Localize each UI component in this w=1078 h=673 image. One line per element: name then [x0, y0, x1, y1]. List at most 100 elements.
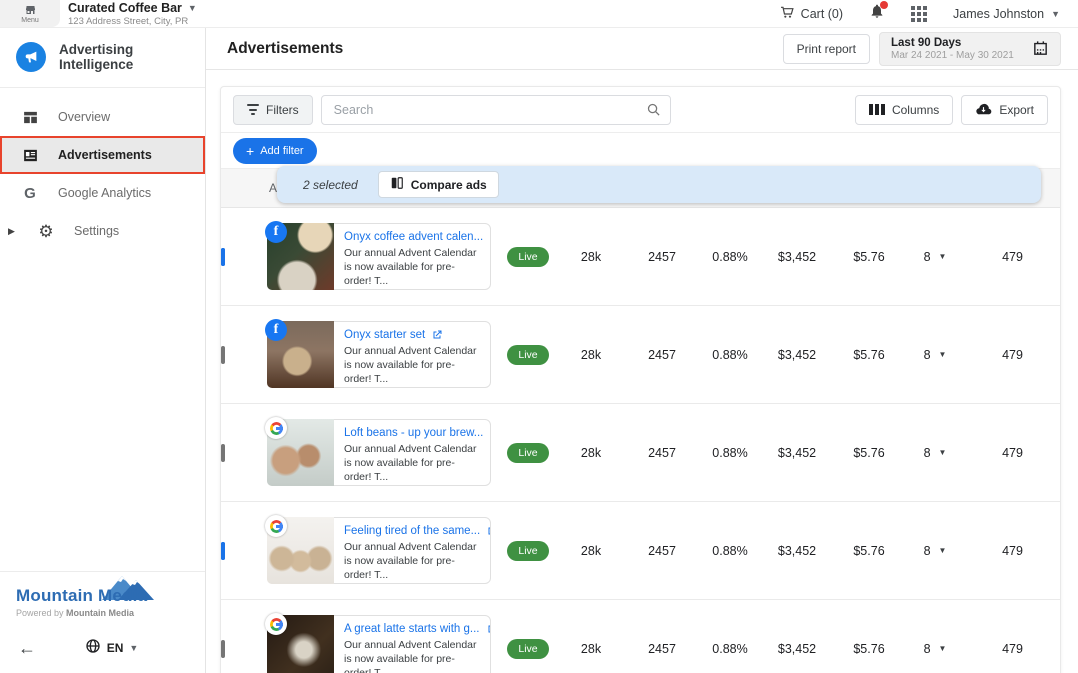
chevron-down-icon: ▼	[939, 350, 947, 359]
google-analytics-icon: G	[20, 185, 40, 202]
chevron-down-icon: ▼	[129, 643, 138, 653]
status-badge: Live	[507, 247, 548, 267]
compare-icon	[390, 176, 404, 193]
date-range-picker[interactable]: Last 90 Days Mar 24 2021 - May 30 2021	[879, 32, 1061, 66]
business-address: 123 Address Street, City, PR	[68, 16, 197, 27]
ad-description: Our annual Advent Calendar is now availa…	[344, 540, 481, 583]
ad-title-link[interactable]: Loft beans - up your brew...	[344, 427, 483, 439]
sidebar-item-google-analytics[interactable]: G Google Analytics	[0, 174, 205, 212]
globe-icon	[85, 638, 101, 657]
table-row: f Onyx coffee advent calen... Our annual…	[221, 208, 1060, 306]
ad-title-link[interactable]: Feeling tired of the same...	[344, 525, 480, 537]
table-row: f Onyx starter set Our annual Advent Cal…	[221, 306, 1060, 404]
conversions-cell: 479	[965, 544, 1060, 558]
powered-by-text: Powered by Mountain Media	[16, 608, 189, 618]
cart-label: Cart (0)	[801, 7, 843, 21]
spend-cell: $3,452	[761, 348, 833, 362]
apps-grid-icon[interactable]	[911, 6, 927, 22]
ads-table-card: Filters Columns Export	[220, 86, 1061, 673]
conversions-cell: 479	[965, 446, 1060, 460]
back-arrow-button[interactable]: ←	[18, 639, 36, 657]
columns-icon	[869, 104, 885, 115]
frequency-dropdown[interactable]: 8▼	[924, 250, 947, 264]
status-badge: Live	[507, 541, 548, 561]
ad-description: Our annual Advent Calendar is now availa…	[344, 246, 481, 289]
compare-ads-button[interactable]: Compare ads	[378, 171, 499, 198]
app-logo	[16, 42, 46, 72]
filters-button[interactable]: Filters	[233, 95, 313, 125]
notifications-button[interactable]	[869, 3, 885, 24]
sidebar-item-label: Google Analytics	[58, 186, 151, 200]
language-selector[interactable]: EN ▼	[85, 638, 139, 657]
external-link-icon[interactable]	[489, 231, 490, 243]
cpc-cell: $5.76	[833, 642, 905, 656]
impressions-cell: 28k	[557, 348, 625, 362]
status-badge: Live	[507, 345, 548, 365]
frequency-dropdown[interactable]: 8▼	[924, 642, 947, 656]
ad-preview-card[interactable]: f Onyx starter set Our annual Advent Cal…	[267, 321, 491, 388]
conversions-cell: 479	[965, 348, 1060, 362]
facebook-icon: f	[265, 221, 287, 243]
storefront-icon	[24, 4, 37, 16]
ad-preview-card[interactable]: f Onyx coffee advent calen... Our annual…	[267, 223, 491, 290]
sidebar-item-overview[interactable]: Overview	[0, 98, 205, 136]
ad-description: Our annual Advent Calendar is now availa…	[344, 442, 481, 485]
impressions-cell: 28k	[557, 446, 625, 460]
ctr-cell: 0.88%	[699, 544, 761, 558]
ad-title-link[interactable]: Onyx starter set	[344, 329, 425, 341]
cpc-cell: $5.76	[833, 348, 905, 362]
impressions-cell: 28k	[557, 250, 625, 264]
print-report-button[interactable]: Print report	[783, 34, 870, 64]
frequency-dropdown[interactable]: 8▼	[924, 544, 947, 558]
row-checkbox[interactable]	[221, 444, 225, 462]
ctr-cell: 0.88%	[699, 348, 761, 362]
external-link-icon[interactable]	[489, 427, 490, 439]
topbar: Menu Curated Coffee Bar ▼ 123 Address St…	[0, 0, 1078, 28]
status-badge: Live	[507, 443, 548, 463]
facebook-icon: f	[265, 319, 287, 341]
plus-icon: +	[246, 144, 254, 158]
frequency-dropdown[interactable]: 8▼	[924, 348, 947, 362]
chevron-down-icon: ▼	[939, 448, 947, 457]
external-link-icon[interactable]	[486, 623, 490, 635]
business-name: Curated Coffee Bar	[68, 1, 182, 15]
ad-preview-card[interactable]: Loft beans - up your brew... Our annual …	[267, 419, 491, 486]
menu-button[interactable]: Menu	[0, 0, 60, 27]
ctr-cell: 0.88%	[699, 642, 761, 656]
google-icon	[265, 515, 287, 537]
ad-title-link[interactable]: A great latte starts with g...	[344, 623, 480, 635]
row-checkbox[interactable]	[221, 640, 225, 658]
ad-thumbnail	[267, 517, 334, 584]
ad-preview-card[interactable]: Feeling tired of the same... Our annual …	[267, 517, 491, 584]
table-header-row: Ad 2 selected Compare ads	[221, 169, 1060, 208]
sidebar-item-settings[interactable]: ▶ ⚙ Settings	[0, 212, 205, 250]
ad-title-link[interactable]: Onyx coffee advent calen...	[344, 231, 483, 243]
export-button[interactable]: Export	[961, 95, 1048, 125]
row-checkbox[interactable]	[221, 248, 225, 266]
search-input[interactable]	[321, 95, 671, 125]
ad-preview-card[interactable]: A great latte starts with g... Our annua…	[267, 615, 491, 673]
sidebar-item-advertisements[interactable]: Advertisements	[0, 136, 205, 174]
external-link-icon[interactable]	[431, 329, 443, 341]
selection-bar: 2 selected Compare ads	[277, 166, 1041, 203]
row-checkbox[interactable]	[221, 542, 225, 560]
chevron-down-icon: ▼	[939, 546, 947, 555]
add-filter-button[interactable]: + Add filter	[233, 138, 317, 164]
date-range-value: Mar 24 2021 - May 30 2021	[891, 50, 1014, 61]
spend-cell: $3,452	[761, 446, 833, 460]
external-link-icon[interactable]	[486, 525, 490, 537]
spend-cell: $3,452	[761, 544, 833, 558]
user-menu[interactable]: James Johnston ▼	[953, 7, 1060, 21]
spend-cell: $3,452	[761, 250, 833, 264]
sidebar-item-label: Advertisements	[58, 148, 152, 162]
row-checkbox[interactable]	[221, 346, 225, 364]
business-selector[interactable]: Curated Coffee Bar ▼ 123 Address Street,…	[68, 0, 197, 27]
cart-icon	[779, 4, 795, 23]
cpc-cell: $5.76	[833, 250, 905, 264]
cart-button[interactable]: Cart (0)	[779, 4, 843, 23]
columns-button[interactable]: Columns	[855, 95, 953, 125]
ad-thumbnail	[267, 419, 334, 486]
user-name: James Johnston	[953, 7, 1044, 21]
ad-thumbnail	[267, 615, 334, 673]
frequency-dropdown[interactable]: 8▼	[924, 446, 947, 460]
